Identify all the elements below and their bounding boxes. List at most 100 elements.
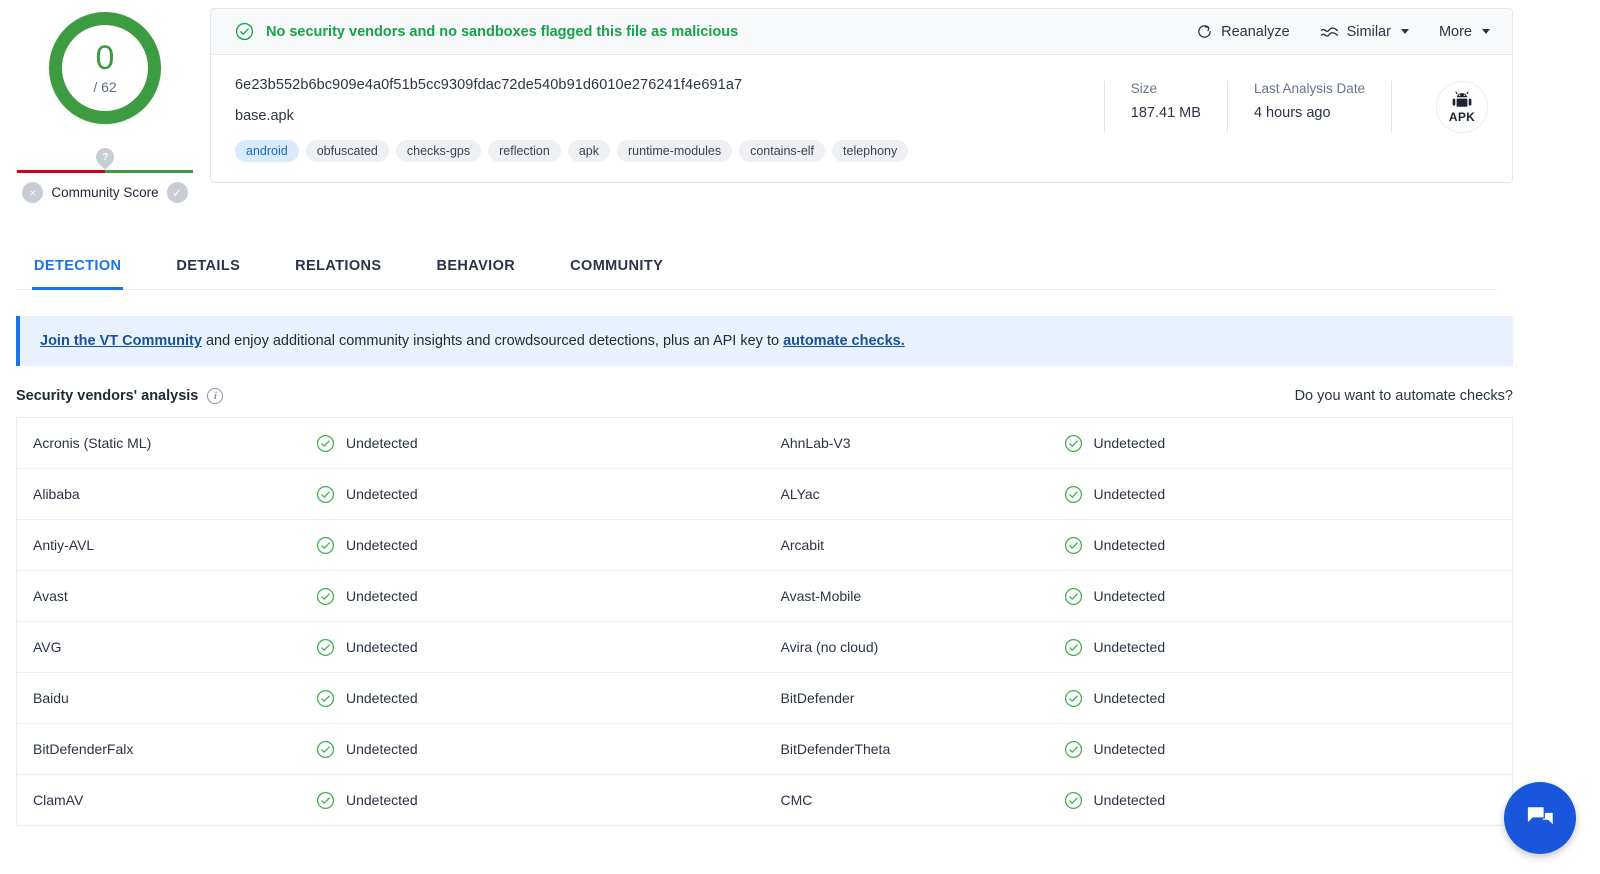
file-hash[interactable]: 6e23b552b6bc909e4a0f51b5cc9309fdac72de54… [235,77,1104,93]
verdict-group: No security vendors and no sandboxes fla… [235,22,738,41]
file-tag[interactable]: obfuscated [305,140,389,162]
vendor-status: Undetected [316,536,418,555]
file-tag[interactable]: runtime-modules [617,140,733,162]
last-analysis-block: Last Analysis Date 4 hours ago [1226,81,1391,133]
tab-behavior[interactable]: BEHAVIOR [434,248,517,290]
vendor-status: Undetected [1064,485,1166,504]
community-score-bar-positive [105,170,193,173]
report-summary-region: 0 / 62 ? × Community Score ✓ No security… [0,0,1600,203]
tab-relations[interactable]: RELATIONS [293,248,383,290]
similar-label: Similar [1346,23,1391,40]
vendor-status: Undetected [1064,434,1165,453]
community-score-bar-negative [17,170,105,173]
undetected-check-icon [1064,791,1082,809]
vendor-name: BitDefenderFalx [33,741,134,757]
vendor-name: BitDefenderTheta [780,741,891,757]
vendor-status: Undetected [1064,638,1166,657]
community-upvote-icon[interactable]: ✓ [166,182,188,203]
table-row: Alibaba Undetected ALYac Undetected [17,469,1512,520]
vendors-title-text: Security vendors' analysis [16,388,199,404]
file-size-value: 187.41 MB [1130,105,1201,121]
vendor-status-label: Undetected [346,486,418,502]
vendor-status: Undetected [1064,740,1165,759]
vendor-status-label: Undetected [346,639,418,655]
undetected-check-icon [316,791,335,809]
file-verdict-bar: No security vendors and no sandboxes fla… [211,9,1512,55]
vendor-cell: Avira (no cloud) Undetected [765,622,1513,672]
automate-checks-link[interactable]: automate checks. [783,333,905,349]
community-score-bar [17,170,193,173]
undetected-check-icon [1064,434,1082,452]
file-tag[interactable]: checks-gps [395,140,482,162]
file-tag[interactable]: contains-elf [739,140,826,162]
vendor-name: BitDefender [780,690,855,706]
undetected-check-icon [1064,536,1082,554]
security-vendors-table: Acronis (Static ML) Undetected AhnLab-V3 Un… [16,418,1513,826]
community-score-marker-glyph: ? [101,151,109,163]
chat-support-button[interactable] [1504,782,1576,854]
apk-badge: APK [1436,81,1488,133]
detection-score-panel: 0 / 62 ? × Community Score ✓ [0,8,210,203]
undetected-check-icon [1064,485,1082,503]
vendor-status: Undetected [316,638,418,657]
file-summary-card: No security vendors and no sandboxes fla… [210,8,1513,183]
file-tag[interactable]: android [235,140,299,162]
reanalyze-button[interactable]: Reanalyze [1196,23,1290,40]
vendor-status: Undetected [1064,689,1165,708]
file-tag[interactable]: apk [567,140,610,162]
vendor-name: Arcabit [780,537,825,553]
vendor-name: ALYac [780,486,820,502]
vendor-status-label: Undetected [1093,639,1166,655]
detection-gauge: 0 / 62 [49,12,161,124]
more-button[interactable]: More [1439,24,1490,40]
tab-details[interactable]: DETAILS [174,248,242,290]
vendor-cell: ClamAV Undetected [17,775,765,825]
automate-checks-prompt[interactable]: Do you want to automate checks? [1295,388,1513,404]
vendor-cell: CMC Undetected [765,775,1513,825]
vendor-status-label: Undetected [1093,486,1166,502]
vendor-cell: AVG Undetected [17,622,765,672]
join-community-link[interactable]: Join the VT Community [40,333,202,349]
info-icon[interactable]: i [207,388,224,404]
detection-count: 0 [95,39,115,77]
tab-detection[interactable]: DETECTION [32,248,124,290]
file-tag[interactable]: reflection [488,140,561,162]
vendor-status: Undetected [316,740,418,759]
vt-community-banner: Join the VT Community and enjoy addition… [16,316,1513,366]
file-name: base.apk [235,108,294,124]
vendor-status-label: Undetected [346,792,418,808]
table-row: BitDefenderFalx Undetected BitDefenderThet… [17,724,1512,775]
vendor-status-label: Undetected [346,435,418,451]
similar-chevron-down-icon [1400,29,1409,34]
undetected-check-icon [1064,587,1082,605]
undetected-check-icon [1064,638,1082,656]
file-type-block: APK [1391,81,1488,133]
report-tabs: DETECTION DETAILS RELATIONS BEHAVIOR COM… [16,247,1497,290]
table-row: AVG Undetected Avira (no cloud) Undetected [17,622,1512,673]
verdict-check-icon [235,22,254,41]
verdict-text: No security vendors and no sandboxes fla… [266,23,739,40]
card-action-buttons: Reanalyze Similar More [1196,23,1490,40]
file-meta-group: Size 187.41 MB Last Analysis Date 4 hour… [1103,77,1488,133]
community-downvote-icon[interactable]: × [22,182,44,203]
vendor-cell: Arcabit Undetected [765,520,1513,570]
report-tabs-container: DETECTION DETAILS RELATIONS BEHAVIOR COM… [16,247,1497,290]
undetected-check-icon [316,689,335,707]
community-score-widget[interactable]: ? × Community Score ✓ [17,144,193,203]
tab-community[interactable]: COMMUNITY [568,248,665,290]
table-row: ClamAV Undetected CMC Undetected [17,775,1512,826]
vendor-cell: Alibaba Undetected [17,469,765,519]
similar-button[interactable]: Similar [1320,24,1409,40]
table-row: Baidu Undetected BitDefender Undetected [17,673,1512,724]
detection-total: / 62 [93,79,117,95]
reanalyze-icon [1198,25,1211,38]
vendor-cell: Avast-Mobile Undetected [765,571,1513,621]
vendor-cell: AhnLab-V3 Undetected [765,418,1513,468]
vendor-name: AhnLab-V3 [780,435,851,451]
vendor-name: CMC [780,792,813,808]
vendor-name: ClamAV [33,792,84,808]
vendor-name: Antiy-AVL [33,537,95,553]
file-tag[interactable]: telephony [832,140,909,162]
vendor-status-label: Undetected [346,741,418,757]
vendor-status: Undetected [1064,536,1165,555]
